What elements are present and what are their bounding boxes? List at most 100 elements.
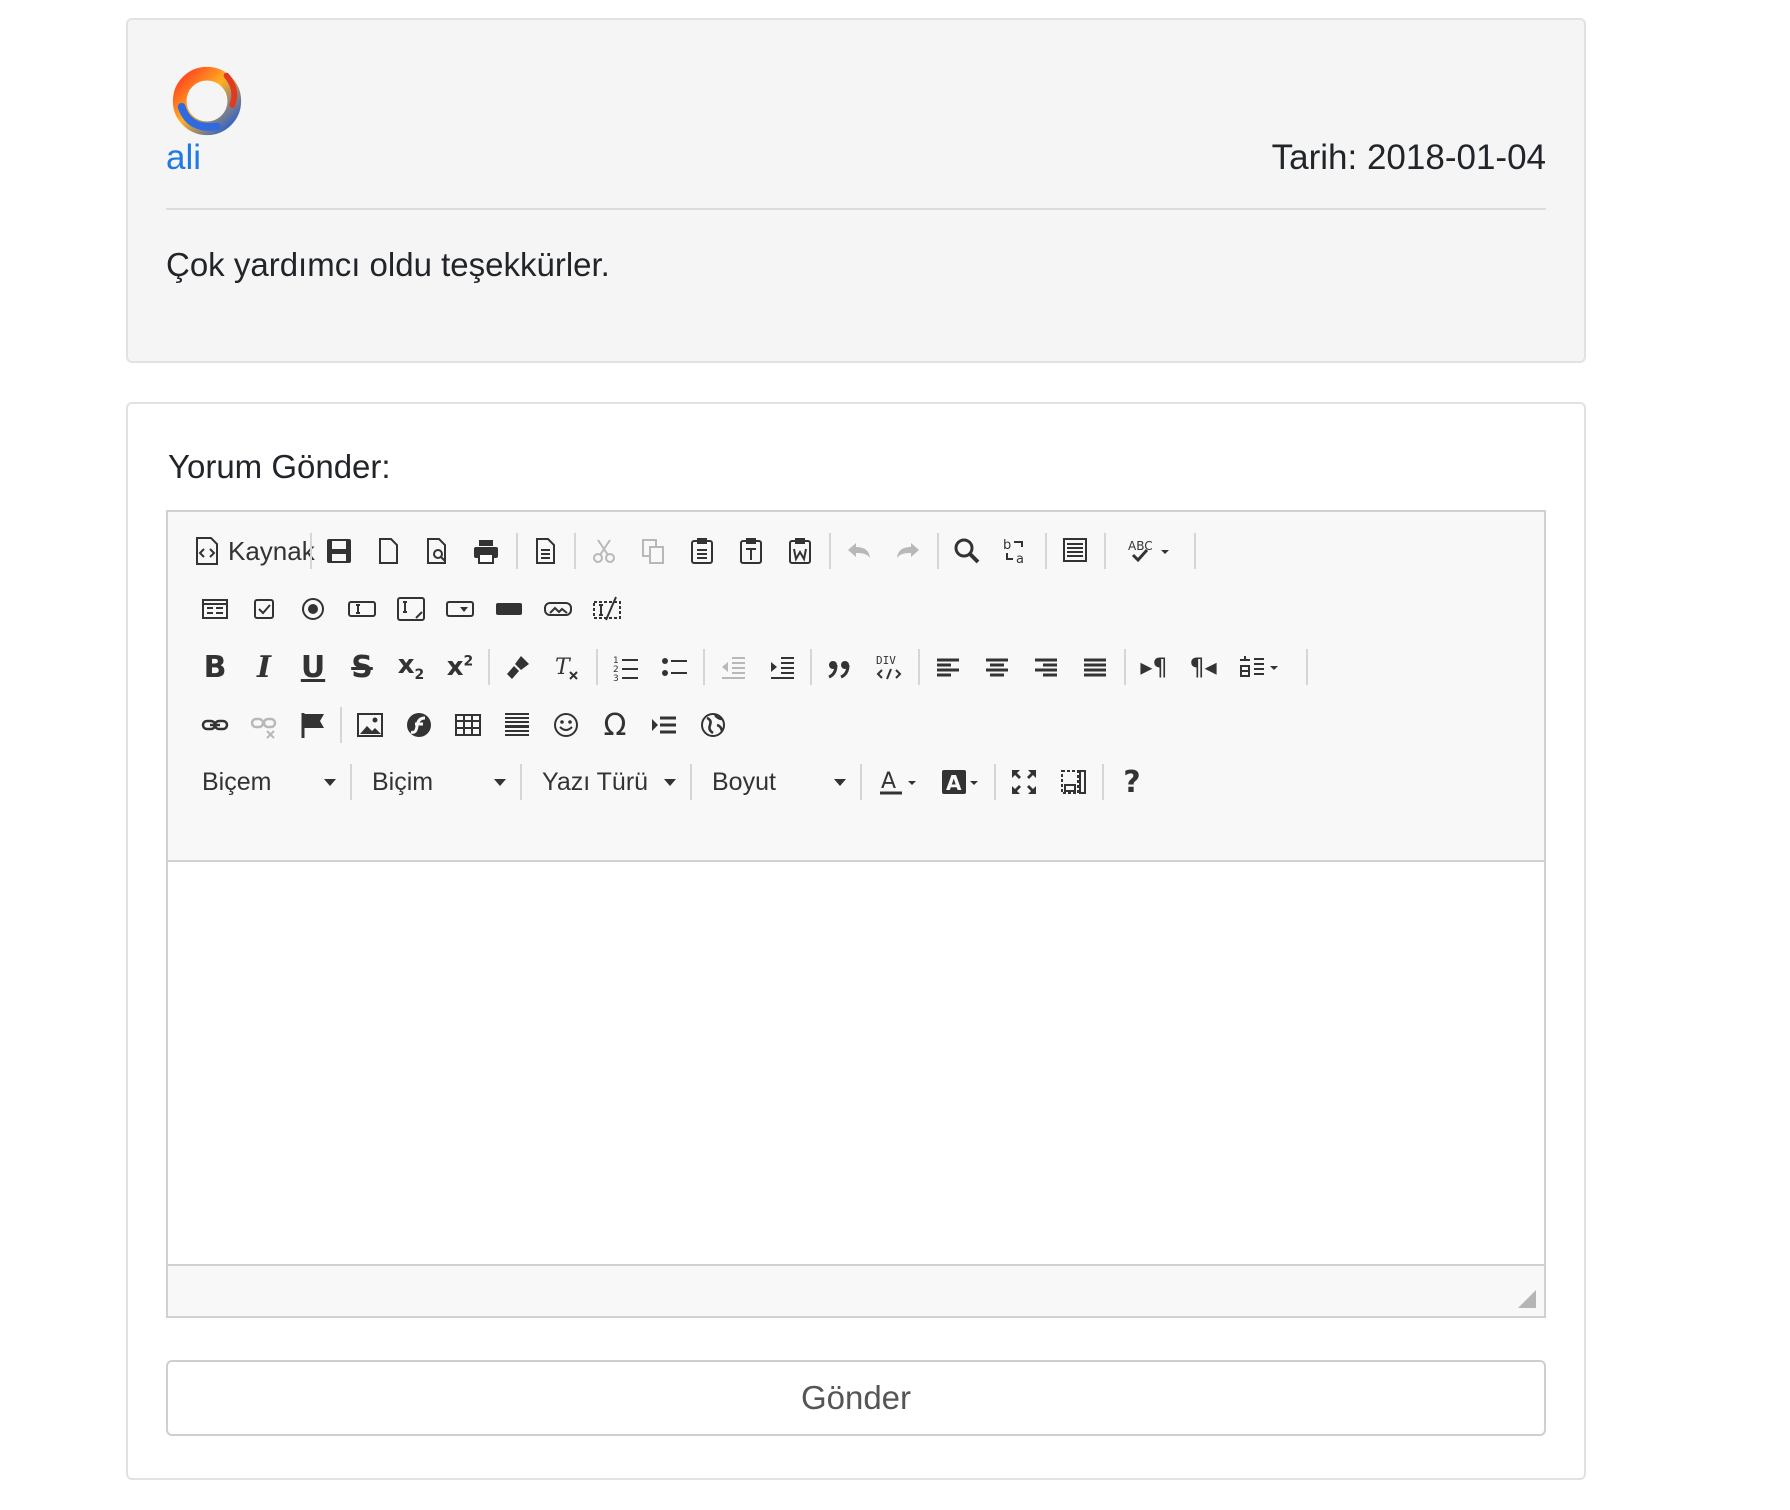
anchor-button[interactable] bbox=[290, 702, 336, 748]
editor-content-area[interactable] bbox=[168, 862, 1544, 1266]
size-dropdown[interactable]: Boyut bbox=[700, 759, 860, 805]
comment-form-card: Yorum Gönder: Kaynak b a ABC B I U S x2 … bbox=[126, 402, 1586, 1480]
new-page-button[interactable] bbox=[365, 528, 411, 574]
toolbar-separator bbox=[350, 764, 352, 800]
iframe-button[interactable] bbox=[690, 702, 736, 748]
print-button[interactable] bbox=[463, 528, 509, 574]
bulleted-list-button[interactable] bbox=[652, 644, 698, 690]
help-button[interactable]: ? bbox=[1109, 759, 1155, 805]
italic-icon: I bbox=[256, 649, 272, 685]
toolbar-separator bbox=[703, 649, 705, 685]
radio-button[interactable] bbox=[290, 586, 336, 632]
paste-text-button[interactable] bbox=[728, 528, 774, 574]
ltr-icon: ▸¶ bbox=[1140, 653, 1168, 681]
image-icon bbox=[357, 713, 383, 737]
cut-button[interactable] bbox=[581, 528, 627, 574]
underline-button[interactable]: U bbox=[290, 644, 336, 690]
undo-button[interactable] bbox=[836, 528, 882, 574]
numbered-list-button[interactable]: 123 bbox=[603, 644, 649, 690]
submit-button[interactable]: Gönder bbox=[166, 1360, 1546, 1436]
preview-button[interactable] bbox=[414, 528, 460, 574]
strike-button[interactable]: S bbox=[339, 644, 385, 690]
select-field-button[interactable] bbox=[437, 586, 483, 632]
font-label: Yazı Türü bbox=[542, 767, 649, 796]
table-button[interactable] bbox=[445, 702, 491, 748]
page-break-button[interactable] bbox=[641, 702, 687, 748]
copy-format-button[interactable] bbox=[495, 644, 541, 690]
comment-author-link[interactable]: ali bbox=[166, 138, 201, 178]
language-icon bbox=[1240, 656, 1278, 677]
hidden-field-icon bbox=[593, 596, 621, 621]
align-left-button[interactable] bbox=[925, 644, 971, 690]
superscript-button[interactable]: x2 bbox=[437, 644, 483, 690]
textarea-button[interactable] bbox=[388, 586, 434, 632]
paste-word-button[interactable] bbox=[777, 528, 823, 574]
resize-handle[interactable] bbox=[1518, 1290, 1536, 1308]
outdent-button[interactable] bbox=[710, 644, 756, 690]
styles-label: Biçem bbox=[202, 767, 272, 796]
image-button[interactable] bbox=[347, 702, 393, 748]
source-button[interactable]: Kaynak bbox=[194, 528, 315, 574]
redo-icon bbox=[897, 543, 919, 558]
smiley-button[interactable] bbox=[543, 702, 589, 748]
chevron-down-icon bbox=[834, 778, 846, 786]
text-color-button[interactable]: A bbox=[870, 759, 928, 805]
replace-button[interactable]: ba bbox=[993, 528, 1039, 574]
form-button[interactable] bbox=[192, 586, 238, 632]
styles-dropdown[interactable]: Biçem bbox=[190, 759, 350, 805]
svg-text:b: b bbox=[1003, 538, 1011, 553]
rich-text-editor: Kaynak ba ABC B I U S x2 x2 T 1 2 3 DIV … bbox=[166, 510, 1546, 1318]
scissors-icon bbox=[593, 539, 615, 563]
blockquote-button[interactable] bbox=[817, 644, 863, 690]
language-button[interactable] bbox=[1229, 644, 1291, 690]
textfield-button[interactable] bbox=[339, 586, 385, 632]
copy-icon bbox=[642, 539, 664, 564]
flag-icon bbox=[301, 713, 324, 738]
special-char-button[interactable]: Ω bbox=[592, 702, 638, 748]
horizontal-rule-button[interactable] bbox=[494, 702, 540, 748]
svg-text:a: a bbox=[1016, 552, 1024, 566]
hidden-field-button[interactable] bbox=[584, 586, 630, 632]
toolbar-separator bbox=[1102, 764, 1104, 800]
paintbrush-icon bbox=[507, 656, 529, 679]
new-page-icon bbox=[379, 538, 398, 564]
image-button-button[interactable] bbox=[535, 586, 581, 632]
find-button[interactable] bbox=[944, 528, 990, 574]
ltr-button[interactable]: ▸¶ bbox=[1131, 644, 1177, 690]
flash-button[interactable] bbox=[396, 702, 442, 748]
toolbar-separator bbox=[810, 649, 812, 685]
div-container-button[interactable]: DIV bbox=[866, 644, 912, 690]
rtl-icon: ¶◂ bbox=[1189, 653, 1217, 681]
subscript-icon: x2 bbox=[397, 650, 425, 684]
subscript-button[interactable]: x2 bbox=[388, 644, 434, 690]
background-color-button[interactable]: A bbox=[932, 759, 990, 805]
copy-button[interactable] bbox=[630, 528, 676, 574]
save-button[interactable] bbox=[316, 528, 362, 574]
bold-button[interactable]: B bbox=[192, 644, 238, 690]
paste-button[interactable] bbox=[679, 528, 725, 574]
italic-button[interactable]: I bbox=[241, 644, 287, 690]
rtl-button[interactable]: ¶◂ bbox=[1180, 644, 1226, 690]
indent-button[interactable] bbox=[759, 644, 805, 690]
justify-button[interactable] bbox=[1072, 644, 1118, 690]
preview-icon bbox=[427, 538, 446, 564]
font-dropdown[interactable]: Yazı Türü bbox=[530, 759, 690, 805]
undo-icon bbox=[848, 543, 870, 558]
maximize-button[interactable] bbox=[1001, 759, 1047, 805]
align-center-button[interactable] bbox=[974, 644, 1020, 690]
templates-button[interactable] bbox=[522, 528, 568, 574]
toolbar-separator bbox=[574, 533, 576, 569]
smiley-icon bbox=[554, 713, 578, 737]
chevron-down-icon bbox=[494, 778, 506, 786]
unlink-button[interactable] bbox=[241, 702, 287, 748]
align-right-button[interactable] bbox=[1023, 644, 1069, 690]
checkbox-button[interactable] bbox=[241, 586, 287, 632]
format-dropdown[interactable]: Biçim bbox=[360, 759, 520, 805]
show-blocks-button[interactable] bbox=[1050, 759, 1096, 805]
spellcheck-button[interactable]: ABC bbox=[1118, 528, 1180, 574]
select-all-button[interactable] bbox=[1052, 528, 1098, 574]
button-button[interactable] bbox=[486, 586, 532, 632]
remove-format-button[interactable]: T bbox=[544, 644, 590, 690]
redo-button[interactable] bbox=[885, 528, 931, 574]
link-button[interactable] bbox=[192, 702, 238, 748]
